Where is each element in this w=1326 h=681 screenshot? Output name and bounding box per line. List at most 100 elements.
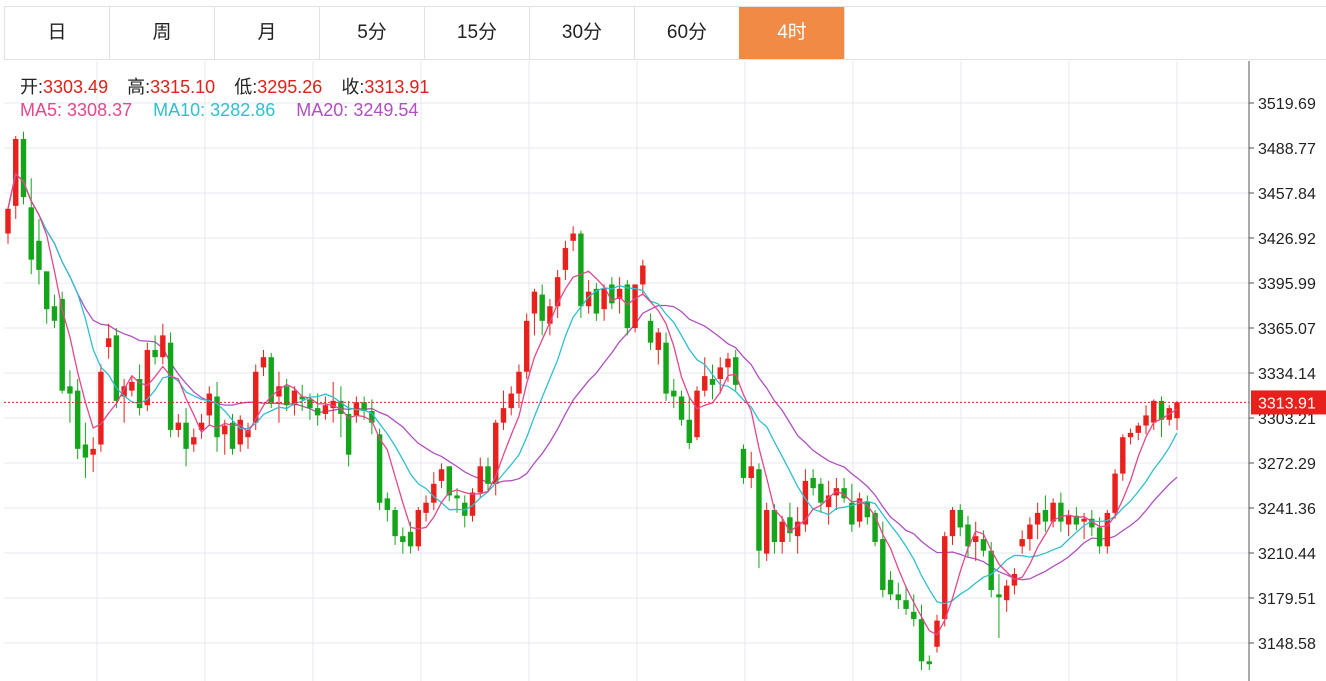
candle-body	[942, 536, 948, 620]
candle-body	[105, 338, 112, 348]
candle	[438, 463, 445, 489]
candle-body	[175, 422, 182, 430]
candle-body	[818, 483, 824, 503]
candle-body	[988, 550, 994, 591]
candle	[694, 386, 700, 441]
candle-body	[500, 408, 507, 423]
candle-body	[384, 498, 391, 510]
candle-body	[1135, 425, 1142, 433]
candle-body	[13, 138, 19, 206]
candle	[392, 507, 398, 545]
ma20-legend: MA20: 3249.54	[296, 100, 418, 120]
candle	[671, 379, 677, 409]
open-label: 开:	[20, 77, 44, 97]
candle-body	[1127, 432, 1134, 438]
candle-body	[43, 271, 50, 310]
candle-body	[206, 393, 212, 416]
candle	[1135, 422, 1142, 441]
candle-body	[647, 320, 654, 343]
candle-body	[260, 357, 267, 368]
candle	[655, 328, 662, 365]
candle-body	[725, 358, 731, 368]
y-tick-label: 3519.69	[1258, 96, 1316, 113]
candle-body	[516, 371, 522, 394]
candle-body	[28, 207, 34, 260]
candle-body	[756, 469, 762, 551]
candle-body	[74, 390, 81, 449]
candle-body	[973, 536, 979, 542]
candle-body	[322, 405, 329, 414]
candle-body	[5, 208, 11, 234]
ma20-label: MA20:	[296, 100, 349, 120]
candle-body	[694, 390, 700, 438]
candle-body	[663, 342, 669, 394]
ma5-legend: MA5: 3308.37	[20, 100, 132, 120]
candle	[794, 507, 801, 554]
candle	[887, 571, 894, 601]
candle-body	[911, 611, 917, 620]
candle	[632, 284, 638, 333]
candle-body	[880, 539, 886, 591]
candle	[113, 328, 120, 409]
candle	[136, 364, 143, 416]
candle-body	[90, 448, 96, 455]
candle	[554, 269, 561, 318]
candle-body	[82, 444, 89, 458]
high-label: 高:	[127, 77, 151, 97]
candle	[322, 396, 329, 420]
candle	[446, 466, 452, 502]
y-tick-label: 3457.84	[1258, 186, 1316, 203]
candle-body	[562, 248, 569, 270]
candle	[949, 507, 956, 545]
high-value: 3315.10	[150, 77, 216, 97]
candle	[268, 352, 274, 409]
candle	[709, 364, 716, 400]
candle	[1042, 495, 1049, 532]
candle	[260, 349, 267, 377]
candle-body	[895, 594, 902, 601]
y-tick-label: 3179.51	[1258, 591, 1316, 608]
candle-body	[686, 419, 692, 444]
candle	[74, 379, 81, 460]
candle	[384, 492, 391, 522]
candle	[98, 364, 104, 452]
candle-body	[20, 138, 27, 198]
candle	[523, 313, 530, 380]
candle	[36, 218, 42, 285]
candle	[1096, 517, 1103, 554]
candle	[67, 370, 73, 423]
candle-body	[392, 509, 398, 537]
candle	[1174, 400, 1180, 430]
candle	[725, 352, 731, 382]
ma10-legend: MA10: 3282.86	[153, 100, 275, 120]
candle	[856, 492, 863, 528]
ohlc-info: 开:3303.49 高:3315.10 低:3295.26 收:3313.91	[20, 73, 443, 99]
candle	[1127, 428, 1134, 445]
candle	[1073, 507, 1080, 531]
candle	[864, 495, 871, 525]
candle-body	[454, 495, 460, 499]
candle-body	[229, 422, 236, 449]
candle	[763, 502, 770, 561]
candle	[593, 282, 600, 321]
y-tick-label: 3395.99	[1258, 276, 1316, 293]
candle	[175, 413, 182, 438]
candle-body	[129, 381, 135, 391]
candle	[841, 477, 847, 503]
current-price-group: 3313.91	[4, 390, 1326, 415]
y-tick-label: 3426.92	[1258, 231, 1316, 248]
candle-body	[523, 320, 530, 372]
candle-body	[740, 448, 747, 478]
candle-body	[702, 376, 708, 391]
candle	[183, 408, 189, 467]
candle-body	[237, 419, 243, 445]
candle	[462, 495, 468, 528]
candle	[740, 444, 747, 484]
low-label: 低:	[234, 77, 258, 97]
candle	[678, 390, 685, 426]
candle	[13, 136, 19, 219]
candle-body	[36, 240, 42, 270]
chart-grid	[4, 61, 1249, 681]
candle-body	[314, 408, 321, 416]
candle-body	[152, 349, 158, 358]
